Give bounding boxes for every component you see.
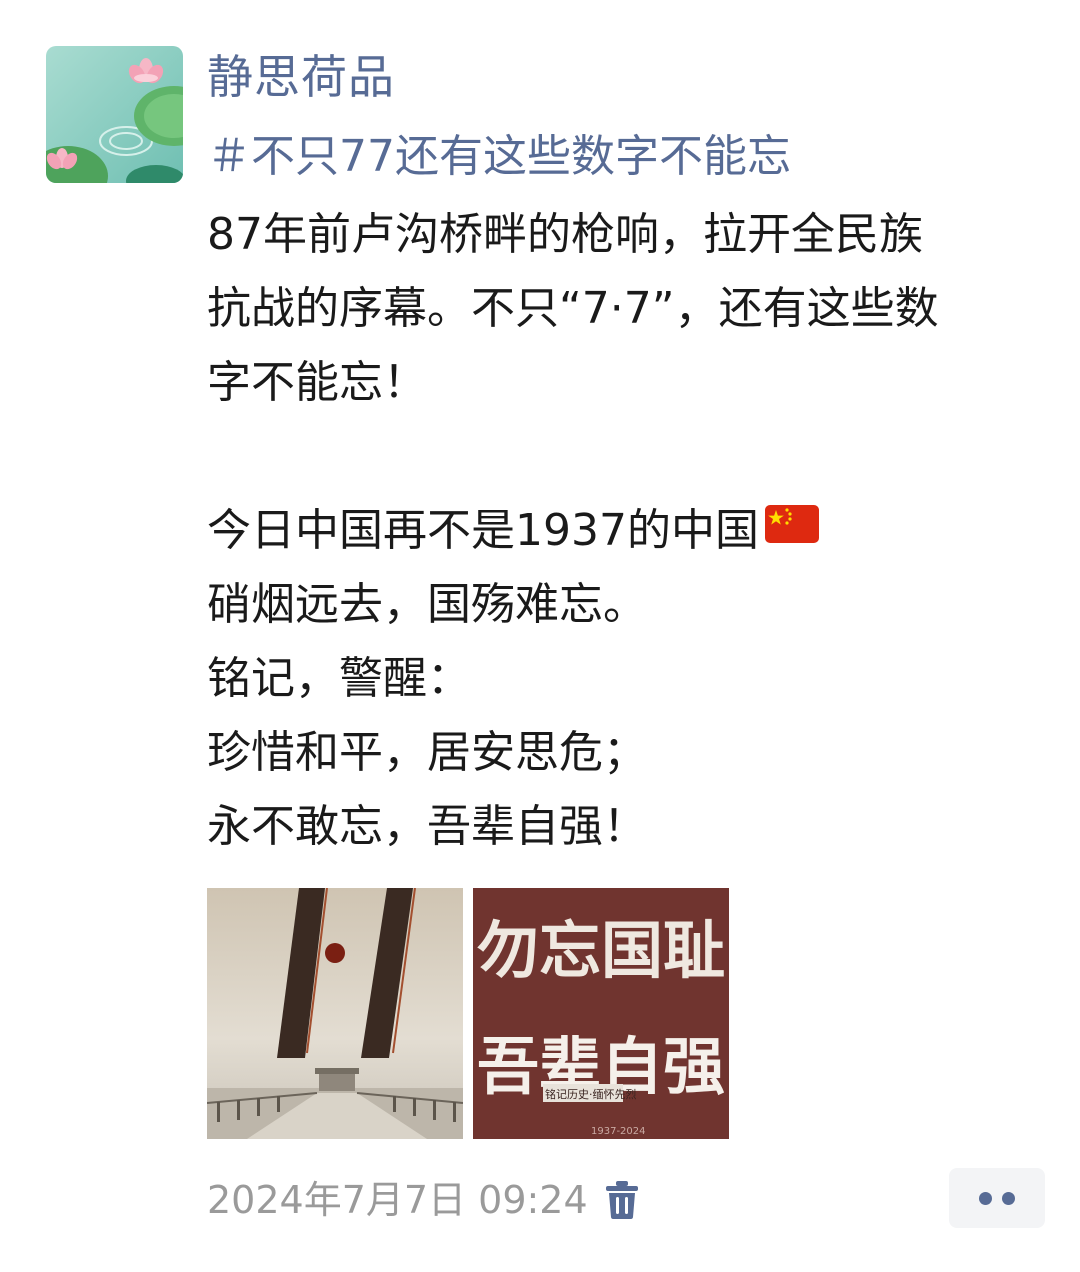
topic-hashtag-link[interactable]: ＃不只77还有这些数字不能忘 xyxy=(207,124,791,190)
content-line-text: 今日中国再不是1937的中国 xyxy=(207,505,759,556)
post-footer: 2024年7月7日 09:24 xyxy=(207,1168,1052,1230)
lotus-pond-avatar-icon xyxy=(46,46,183,183)
more-dot xyxy=(979,1192,992,1205)
post-timestamp: 2024年7月7日 09:24 xyxy=(207,1178,588,1222)
content-line: 珍惜和平，居安思危； xyxy=(207,727,647,778)
photo-grid: 勿忘国耻 吾辈自强 铭记历史·缅怀先烈 1937-2024 xyxy=(207,888,731,1139)
77-poster-image[interactable] xyxy=(207,888,463,1139)
china-flag-icon xyxy=(764,492,819,566)
author-nickname[interactable]: 静思荷品 xyxy=(207,44,395,110)
more-dot xyxy=(1002,1192,1015,1205)
content-line: 抗战的序幕。不只“7·7”，还有这些数 xyxy=(207,283,939,334)
author-avatar[interactable] xyxy=(46,46,183,183)
content-line-with-flag: 今日中国再不是1937的中国 xyxy=(207,494,1052,568)
content-blank-line xyxy=(207,420,1052,494)
trash-icon[interactable] xyxy=(605,1180,639,1220)
poster-headline-top: 勿忘国耻 xyxy=(477,914,725,987)
more-dots-button[interactable] xyxy=(949,1168,1045,1228)
content-line: 87年前卢沟桥畔的枪响，拉开全民族 xyxy=(207,209,923,260)
post-content: 87年前卢沟桥畔的枪响，拉开全民族 抗战的序幕。不只“7·7”，还有这些数 字不… xyxy=(207,198,1052,864)
poster-caption: 铭记历史·缅怀先烈 xyxy=(545,1087,637,1101)
content-line: 永不敢忘，吾辈自强！ xyxy=(207,801,647,852)
poster-years: 1937-2024 xyxy=(591,1126,646,1137)
content-line: 铭记，警醒： xyxy=(207,653,471,704)
moment-post: 静思荷品 ＃不只77还有这些数字不能忘 87年前卢沟桥畔的枪响，拉开全民族 抗战… xyxy=(0,0,1080,1272)
wuwang-guochi-poster-image[interactable]: 勿忘国耻 吾辈自强 铭记历史·缅怀先烈 1937-2024 xyxy=(473,888,729,1139)
content-line: 字不能忘！ xyxy=(207,357,427,408)
content-line: 硝烟远去，国殇难忘。 xyxy=(207,579,647,630)
